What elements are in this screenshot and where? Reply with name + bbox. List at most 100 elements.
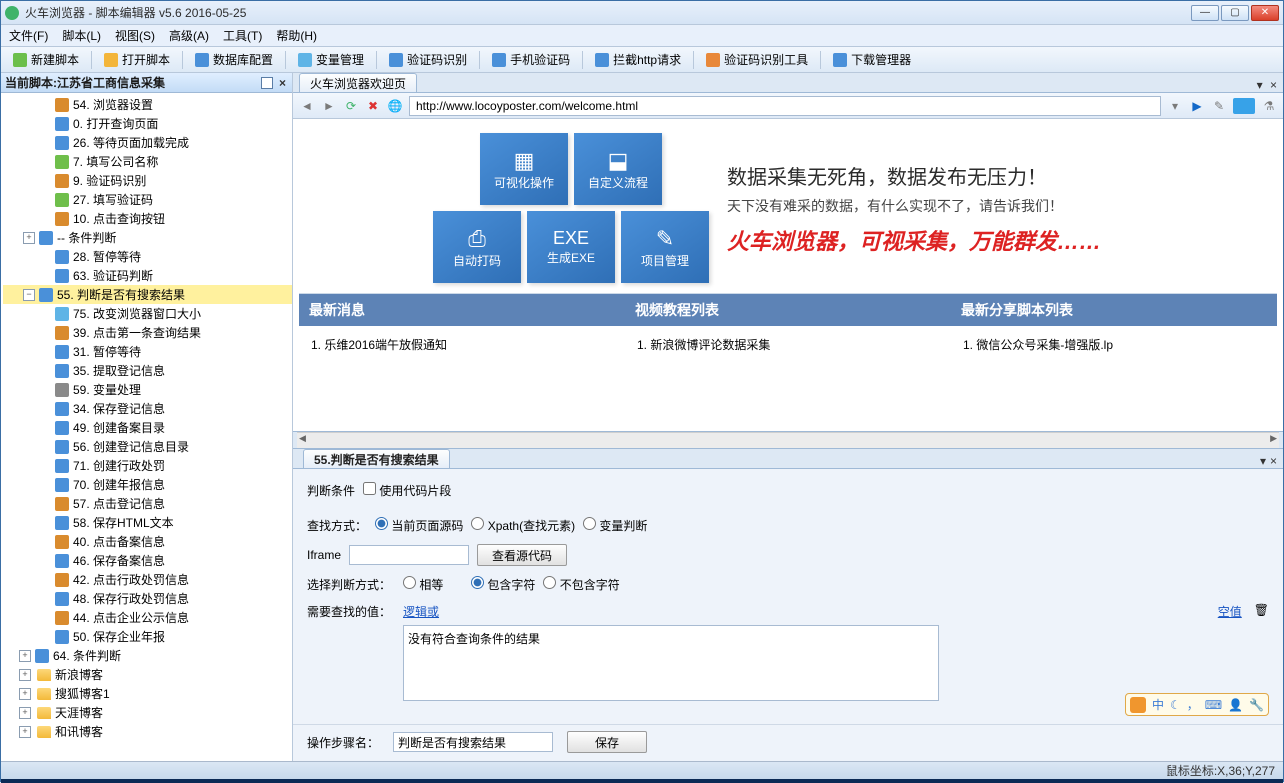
tree-node[interactable]: 40. 点击备案信息 (3, 532, 292, 551)
toolbar-button[interactable]: 数据库配置 (189, 49, 279, 70)
sogou-icon[interactable] (1130, 697, 1146, 713)
tree-node[interactable]: 70. 创建年报信息 (3, 475, 292, 494)
h-scrollbar[interactable] (297, 432, 1279, 448)
tree-node[interactable]: 0. 打开查询页面 (3, 114, 292, 133)
value-textarea[interactable] (403, 625, 939, 701)
menu-item[interactable]: 视图(S) (115, 27, 155, 44)
ime-settings-icon[interactable]: 🔧 (1249, 698, 1264, 712)
ime-lang-icon[interactable]: 中 (1152, 696, 1164, 713)
tree-node[interactable]: 49. 创建备案目录 (3, 418, 292, 437)
tree-node[interactable]: −55. 判断是否有搜索结果 (3, 285, 292, 304)
tree-node[interactable]: 58. 保存HTML文本 (3, 513, 292, 532)
tool-icon[interactable]: ✎ (1211, 98, 1227, 114)
tree-node[interactable]: 35. 提取登记信息 (3, 361, 292, 380)
radio-xpath[interactable]: Xpath(查找元素) (471, 517, 575, 534)
editor-tab-close-icon[interactable]: × (1270, 454, 1277, 468)
toolbar-button[interactable]: 变量管理 (292, 49, 370, 70)
tile-flow[interactable]: ⬓自定义流程 (574, 133, 662, 205)
tree-node[interactable]: 59. 变量处理 (3, 380, 292, 399)
tile-exe[interactable]: EXE生成EXE (527, 211, 615, 283)
tile-visual[interactable]: ▦可视化操作 (480, 133, 568, 205)
tab-dropdown-icon[interactable]: ▾ (1257, 78, 1263, 92)
tree-folder[interactable]: +新浪博客 (3, 665, 292, 684)
tree-node[interactable]: 54. 浏览器设置 (3, 95, 292, 114)
toolbar-button[interactable]: 手机验证码 (486, 49, 576, 70)
menu-item[interactable]: 文件(F) (9, 27, 48, 44)
tree-node[interactable]: 39. 点击第一条查询结果 (3, 323, 292, 342)
tree-node[interactable]: 27. 填写验证码 (3, 190, 292, 209)
tree-node[interactable]: 56. 创建登记信息目录 (3, 437, 292, 456)
empty-val-link[interactable]: 空值 (1218, 603, 1242, 620)
view-source-button[interactable]: 查看源代码 (477, 544, 567, 566)
maximize-button[interactable]: ▢ (1221, 5, 1249, 21)
ime-keyboard-icon[interactable]: ⌨ (1205, 698, 1222, 712)
col2-body[interactable]: 1. 新浪微博评论数据采集 (625, 326, 951, 363)
flask-icon[interactable]: ⚗ (1261, 98, 1277, 114)
tree-node[interactable]: +-- 条件判断 (3, 228, 292, 247)
ime-moon-icon[interactable]: ☾ (1170, 698, 1181, 712)
tree-node[interactable]: 34. 保存登记信息 (3, 399, 292, 418)
iframe-input[interactable] (349, 545, 469, 565)
radio-notcontain[interactable]: 不包含字符 (543, 576, 619, 593)
save-button[interactable]: 保存 (567, 731, 647, 753)
menu-item[interactable]: 工具(T) (223, 27, 262, 44)
blue-button[interactable] (1233, 98, 1255, 114)
radio-equal[interactable]: 相等 (403, 576, 463, 593)
ime-user-icon[interactable]: 👤 (1228, 698, 1243, 712)
toolbar-button[interactable]: 打开脚本 (98, 49, 176, 70)
pin-icon[interactable] (261, 77, 273, 89)
tree-node[interactable]: 63. 验证码判断 (3, 266, 292, 285)
stop-icon[interactable]: ✖ (365, 98, 381, 114)
tree-node[interactable]: 26. 等待页面加载完成 (3, 133, 292, 152)
tree-node[interactable]: 7. 填写公司名称 (3, 152, 292, 171)
tile-project[interactable]: ✎项目管理 (621, 211, 709, 283)
script-tree[interactable]: 54. 浏览器设置0. 打开查询页面26. 等待页面加载完成7. 填写公司名称9… (1, 93, 292, 761)
browser-tab[interactable]: 火车浏览器欢迎页 (299, 73, 417, 92)
editor-tab-dropdown-icon[interactable]: ▾ (1260, 454, 1266, 468)
menu-item[interactable]: 帮助(H) (276, 27, 317, 44)
radio-contain[interactable]: 包含字符 (471, 576, 535, 593)
step-name-input[interactable] (393, 732, 553, 752)
tree-node[interactable]: 28. 暂停等待 (3, 247, 292, 266)
menu-item[interactable]: 高级(A) (169, 27, 209, 44)
tree-node[interactable]: 57. 点击登记信息 (3, 494, 292, 513)
tree-node[interactable]: 50. 保存企业年报 (3, 627, 292, 646)
toolbar-button[interactable]: 下载管理器 (827, 49, 917, 70)
editor-tab[interactable]: 55.判断是否有搜索结果 (303, 449, 450, 468)
minimize-button[interactable]: — (1191, 5, 1219, 21)
ime-tray[interactable]: 中 ☾ ， ⌨ 👤 🔧 (1125, 693, 1269, 716)
menu-item[interactable]: 脚本(L) (62, 27, 101, 44)
code-snippet-checkbox[interactable]: 使用代码片段 (363, 482, 451, 499)
reload-icon[interactable]: ⟳ (343, 98, 359, 114)
ime-punct-icon[interactable]: ， (1187, 696, 1199, 713)
tree-node[interactable]: 75. 改变浏览器窗口大小 (3, 304, 292, 323)
toolbar-button[interactable]: 拦截http请求 (589, 49, 687, 70)
close-button[interactable]: ✕ (1251, 5, 1279, 21)
nav-forward-icon[interactable]: ► (321, 98, 337, 114)
radio-var[interactable]: 变量判断 (583, 517, 647, 534)
tree-node[interactable]: 10. 点击查询按钮 (3, 209, 292, 228)
tree-node[interactable]: 48. 保存行政处罚信息 (3, 589, 292, 608)
tree-node[interactable]: 44. 点击企业公示信息 (3, 608, 292, 627)
go-dropdown-icon[interactable]: ▾ (1167, 98, 1183, 114)
tree-node[interactable]: 31. 暂停等待 (3, 342, 292, 361)
radio-source[interactable]: 当前页面源码 (375, 517, 463, 534)
tree-node[interactable]: 42. 点击行政处罚信息 (3, 570, 292, 589)
play-icon[interactable]: ▶ (1189, 98, 1205, 114)
logic-or-link[interactable]: 逻辑或 (403, 603, 439, 620)
nav-back-icon[interactable]: ◄ (299, 98, 315, 114)
delete-icon[interactable]: 🗑 (1254, 603, 1269, 617)
toolbar-button[interactable]: 新建脚本 (7, 49, 85, 70)
tree-folder[interactable]: +和讯博客 (3, 722, 292, 741)
tile-captcha[interactable]: ⎙自动打码 (433, 211, 521, 283)
tree-folder[interactable]: +天涯博客 (3, 703, 292, 722)
panel-close-icon[interactable]: × (277, 76, 288, 90)
tree-node[interactable]: 9. 验证码识别 (3, 171, 292, 190)
col1-body[interactable]: 1. 乐维2016端午放假通知 (299, 326, 625, 363)
tree-node[interactable]: 46. 保存备案信息 (3, 551, 292, 570)
tree-node[interactable]: +64. 条件判断 (3, 646, 292, 665)
tree-node[interactable]: 71. 创建行政处罚 (3, 456, 292, 475)
col3-body[interactable]: 1. 微信公众号采集-增强版.lp (951, 326, 1277, 363)
tree-folder[interactable]: +搜狐博客1 (3, 684, 292, 703)
tab-close-icon[interactable]: × (1270, 78, 1277, 92)
